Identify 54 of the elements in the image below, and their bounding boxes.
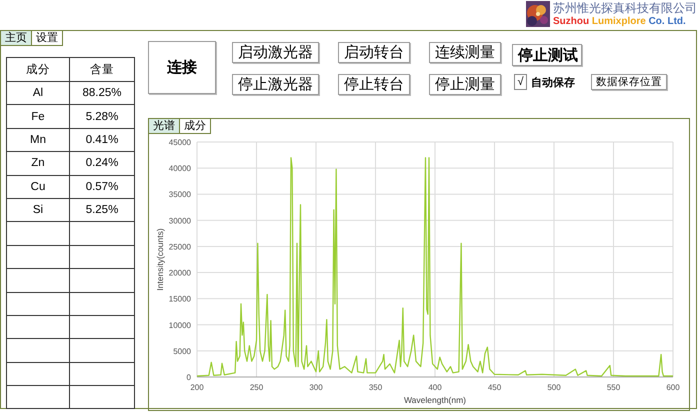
logo-word: Suzhou: [553, 16, 590, 27]
checkbox-label: 自动保存: [531, 76, 575, 90]
x-axis-title: Wavelength(nm): [404, 395, 466, 405]
table-cell: 0.57%: [70, 175, 134, 198]
axis-tick-label: 200: [190, 383, 204, 392]
axis-tick-label: 300: [309, 383, 323, 392]
tab[interactable]: 主页: [1, 31, 32, 46]
table-cell: 5.25%: [70, 198, 134, 222]
axis-tick-label: 350: [368, 383, 382, 392]
button[interactable]: 启动转台: [338, 42, 410, 63]
button[interactable]: 停止激光器: [232, 74, 319, 95]
table-cell: 88.25%: [70, 82, 134, 105]
button[interactable]: 停止测量: [429, 74, 501, 95]
tab[interactable]: 光谱: [149, 119, 180, 134]
table-cell: 0.41%: [70, 128, 134, 152]
axis-tick-label: 0: [186, 373, 191, 382]
table-cell: Fe: [6, 104, 70, 128]
table-cell: Si: [6, 198, 70, 222]
axis-tick-label: 45000: [168, 138, 191, 147]
axis-tick-label: 250: [250, 383, 264, 392]
company-name: 苏州惟光探真科技有限公司: [553, 1, 697, 15]
button[interactable]: 连续测量: [429, 42, 501, 63]
axis-tick-label: 30000: [168, 216, 191, 226]
axis-tick-label: 5000: [173, 346, 191, 356]
logo-word: Lumixplore: [592, 16, 646, 27]
table-cell: 5.28%: [70, 104, 134, 128]
axis-tick-label: 400: [428, 383, 442, 392]
axis-tick-label: 600: [666, 383, 680, 392]
y-axis-title: Intensity(counts): [155, 228, 165, 291]
stop-test-button[interactable]: 停止测试: [512, 44, 582, 66]
save-location-button[interactable]: 数据保存位置: [591, 74, 667, 90]
axis-tick-label: 550: [606, 383, 620, 392]
axis-tick-label: 40000: [168, 164, 191, 174]
column-header: 成分: [6, 58, 70, 82]
tab[interactable]: 成分: [180, 119, 211, 134]
column-header: 含量: [70, 58, 134, 82]
axis-tick-label: 10000: [168, 320, 191, 330]
axis-tick-label: 25000: [168, 242, 191, 252]
table-cell: Zn: [6, 152, 70, 176]
tab[interactable]: 设置: [32, 31, 63, 46]
table-cell: Cu: [6, 175, 70, 198]
button[interactable]: 启动激光器: [232, 42, 319, 63]
auto-save-checkbox[interactable]: √: [514, 74, 527, 90]
connect-button[interactable]: 连接: [148, 41, 216, 94]
table-cell: Al: [6, 82, 70, 105]
axis-tick-label: 35000: [168, 190, 191, 200]
logo-word: Co. Ltd.: [648, 16, 686, 27]
table-cell: 0.24%: [70, 152, 134, 176]
axis-tick-label: 15000: [168, 294, 191, 304]
button[interactable]: 停止转台: [338, 74, 410, 95]
axis-tick-label: 450: [488, 383, 502, 392]
axis-tick-label: 500: [547, 383, 561, 392]
table-cell: Mn: [6, 128, 70, 152]
axis-tick-label: 20000: [168, 268, 191, 278]
